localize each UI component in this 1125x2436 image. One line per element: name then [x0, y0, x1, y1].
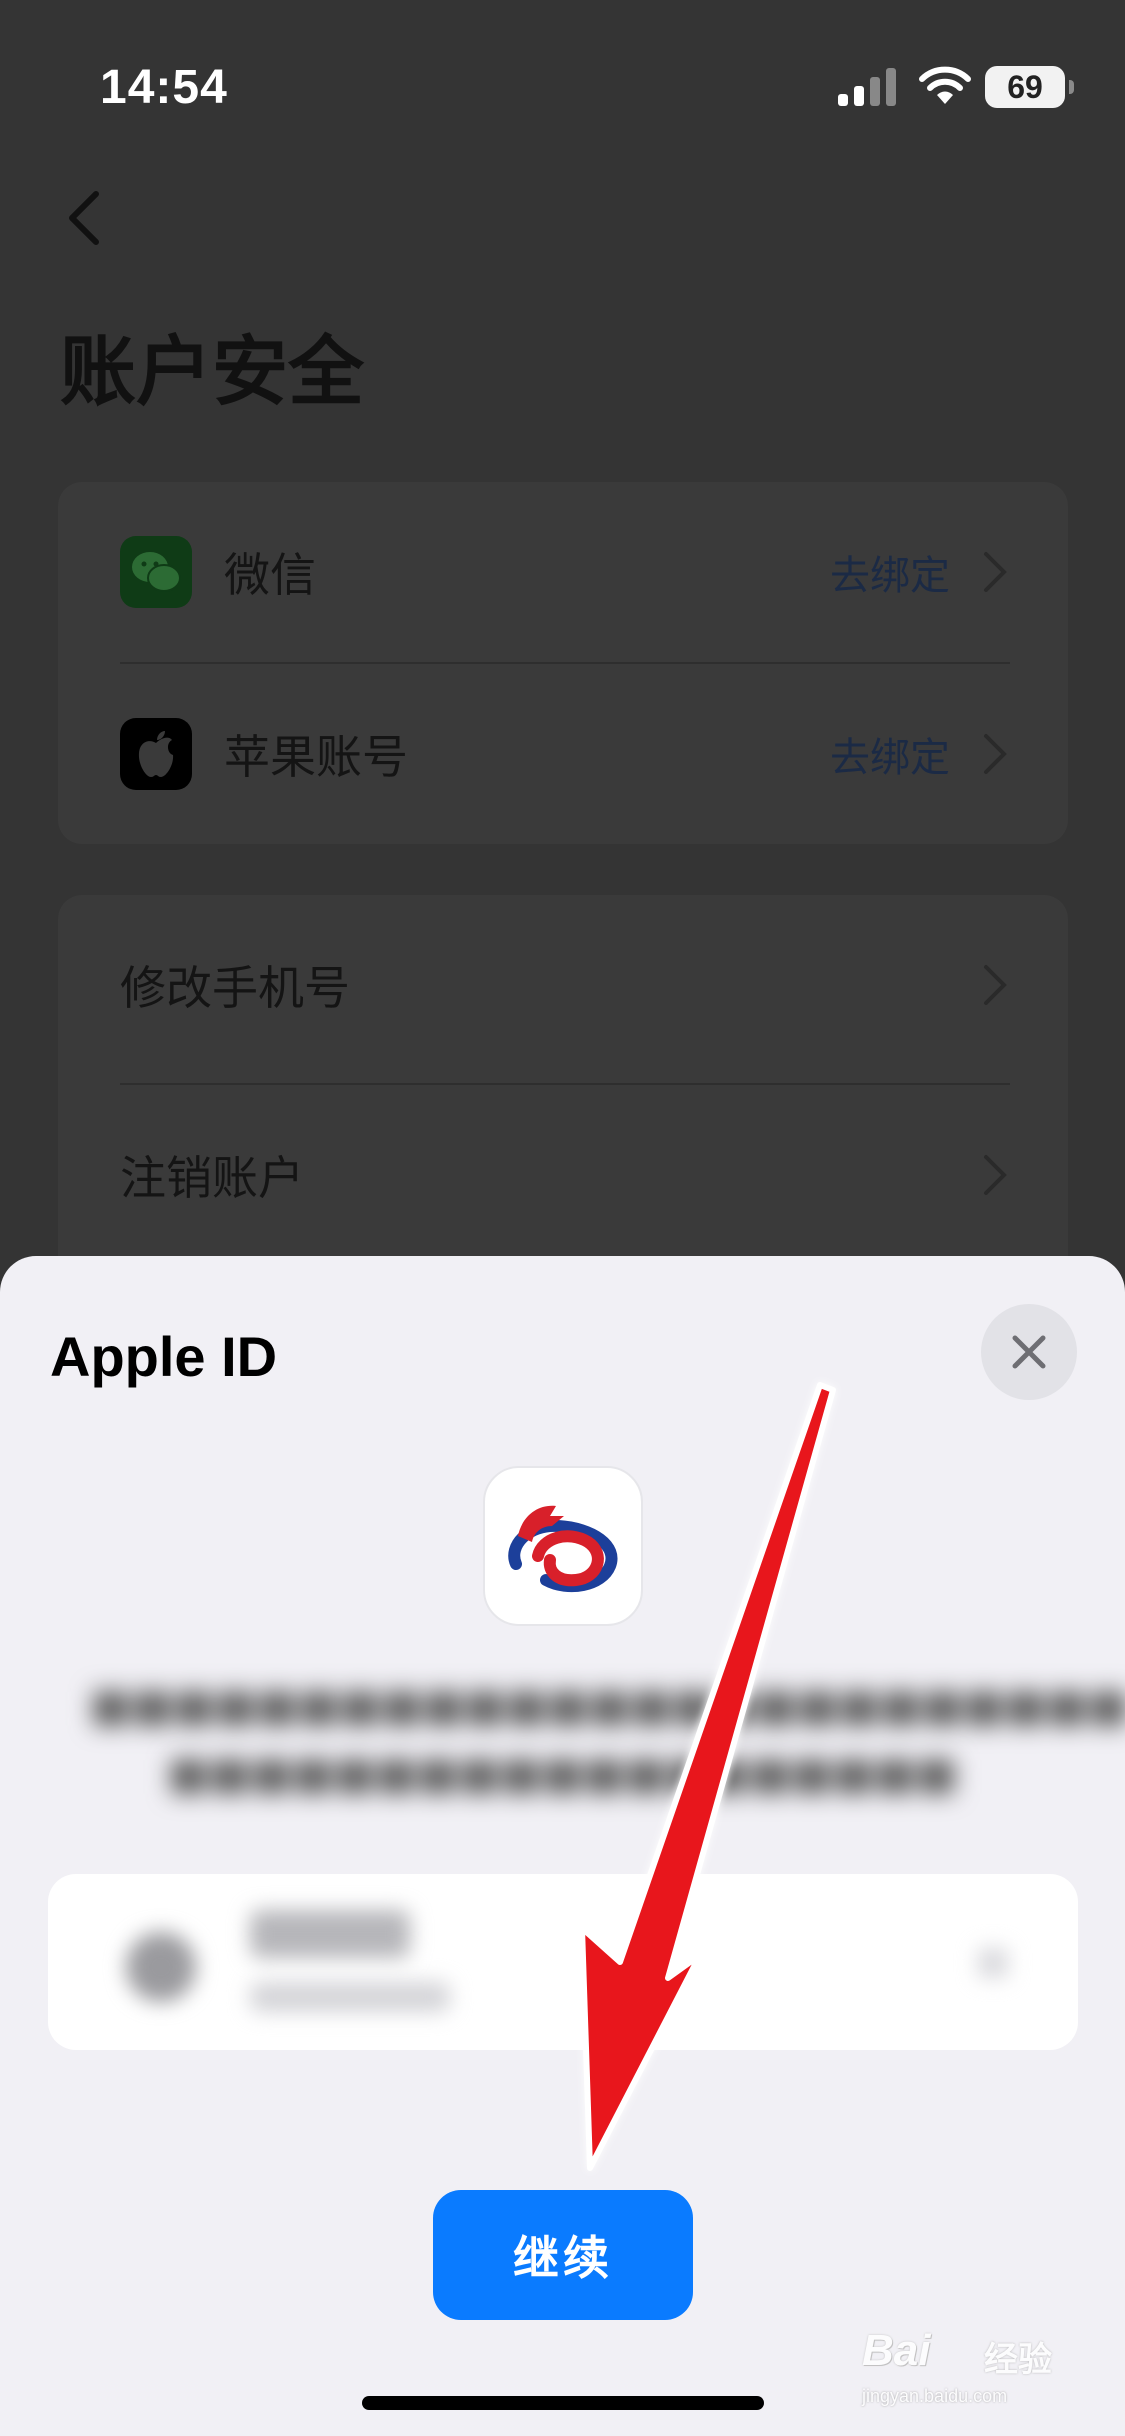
status-bar: 14:54 69 — [0, 0, 1125, 150]
baidu-watermark: Bai 经验 jingyan.baidu.com — [862, 2322, 1072, 2412]
apple-icon — [120, 718, 192, 790]
page-title: 账户安全 — [60, 327, 364, 416]
status-time: 14:54 — [100, 61, 228, 114]
continue-button[interactable]: 继续 — [433, 2190, 693, 2320]
list-item-wechat[interactable]: 微信 去绑定 — [58, 482, 1068, 662]
chevron-right-icon — [978, 1948, 1008, 1978]
settings-card: 修改手机号 注销账户 — [58, 895, 1068, 1295]
watermark-url: jingyan.baidu.com — [862, 2386, 1008, 2406]
apple-id-sheet: Apple ID ■■■■■■■■■■■■■■■■■■■■■■■■■ ■■■■■… — [0, 1256, 1125, 2436]
chevron-left-icon[interactable] — [60, 188, 110, 248]
bind-link[interactable]: 去绑定 — [830, 543, 950, 601]
close-icon — [1012, 1335, 1046, 1369]
list-item-delete-account[interactable]: 注销账户 — [58, 1085, 1068, 1265]
watermark-text: 经验 — [984, 2341, 1052, 2379]
bind-link[interactable]: 去绑定 — [830, 725, 950, 783]
chevron-right-icon — [984, 552, 1007, 592]
close-button[interactable] — [981, 1304, 1077, 1400]
list-item-apple[interactable]: 苹果账号 去绑定 — [58, 664, 1068, 844]
chevron-right-icon — [984, 734, 1007, 774]
blurred-description: ■■■■■■■■■■■■■■■■■■■ — [167, 1748, 958, 1799]
sheet-title: Apple ID — [50, 1325, 278, 1388]
list-item-label: 苹果账号 — [224, 730, 408, 784]
avatar — [126, 1932, 196, 2002]
wifi-icon — [919, 66, 971, 104]
blurred-description: ■■■■■■■■■■■■■■■■■■■■■■■■■ — [90, 1680, 1125, 1731]
blurred-account-name — [250, 1910, 410, 1958]
chevron-right-icon — [984, 1155, 1007, 1195]
list-item-change-phone[interactable]: 修改手机号 — [58, 895, 1068, 1075]
watermark-logo: Bai — [862, 2326, 931, 2375]
battery-icon: 69 — [985, 66, 1074, 108]
list-item-label: 微信 — [224, 548, 316, 602]
signal-icon — [838, 68, 896, 106]
chevron-right-icon — [984, 965, 1007, 1005]
list-item-label: 注销账户 — [120, 1151, 304, 1205]
home-indicator — [362, 2396, 764, 2410]
binding-card: 微信 去绑定 苹果账号 去绑定 — [58, 482, 1068, 844]
battery-level: 69 — [1007, 68, 1043, 105]
account-option[interactable] — [48, 1874, 1078, 2050]
wechat-icon — [120, 536, 192, 608]
blurred-account-detail — [250, 1982, 450, 2012]
list-item-label: 修改手机号 — [120, 961, 350, 1015]
app-logo-icon — [483, 1466, 643, 1626]
